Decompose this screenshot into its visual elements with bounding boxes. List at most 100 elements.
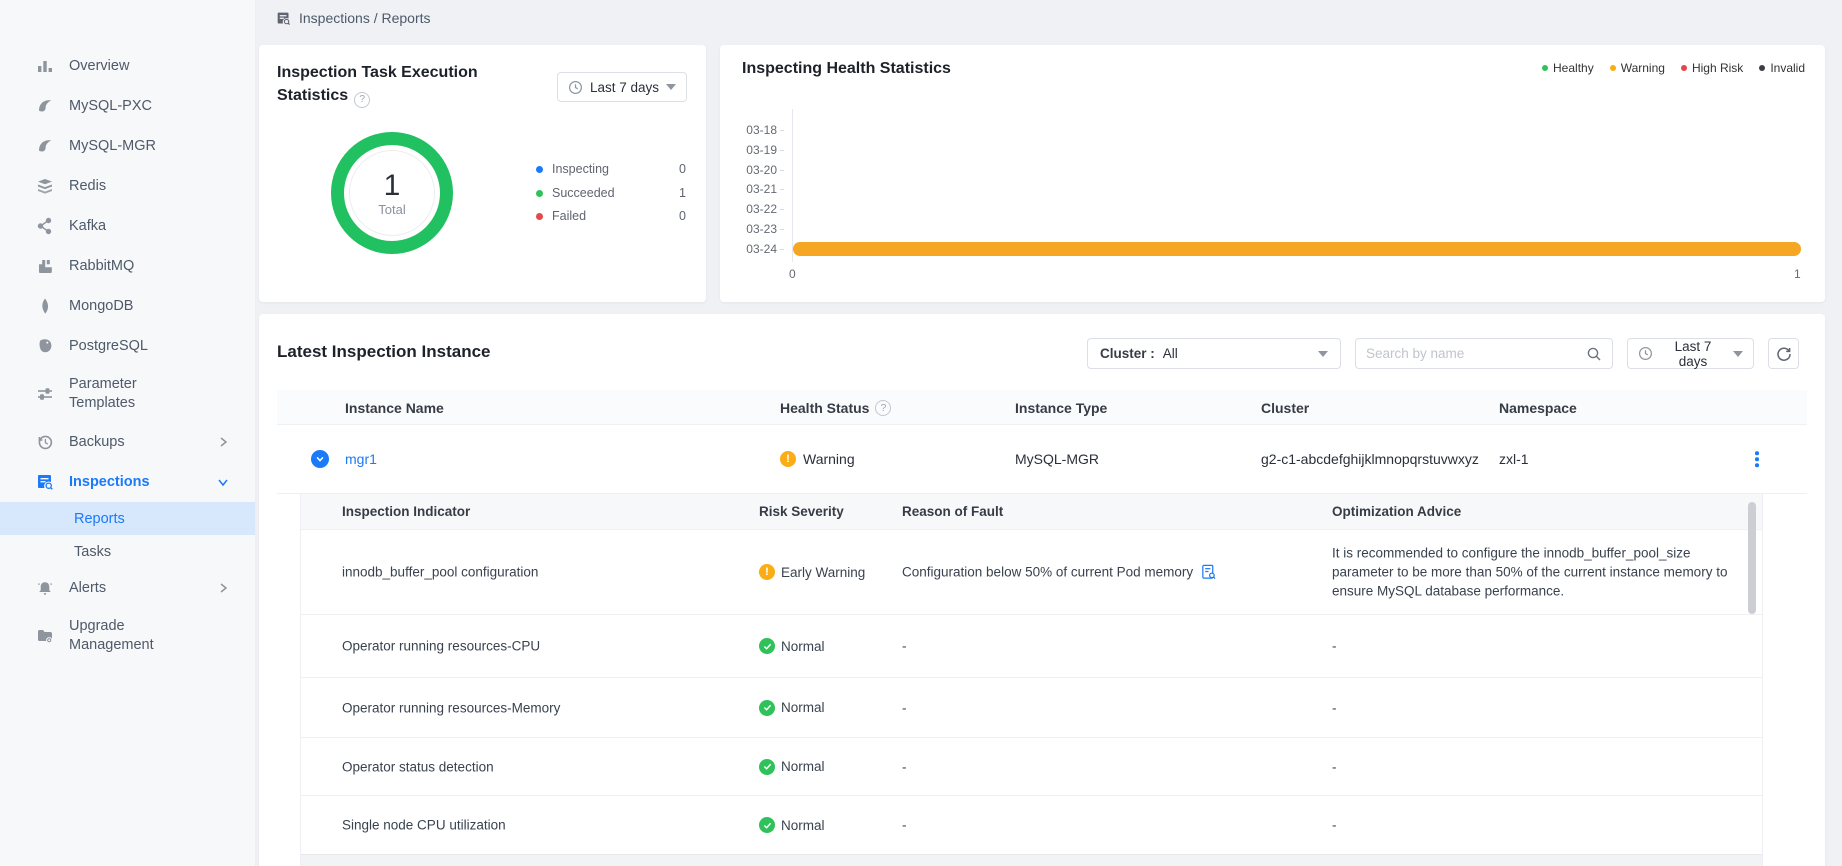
instance-row-mgr1: mgr1 ! Warning MySQL-MGR g2-c1-abcdefghi… [277, 425, 1807, 494]
cluster-cell: g2-c1-abcdefghijklmnopqrstuvwxyz [1261, 451, 1479, 467]
parameter-templates-icon [36, 385, 54, 403]
reason-cell: - [902, 700, 907, 715]
sidebar-item-reports[interactable]: Reports [0, 502, 255, 535]
legend-label: Invalid [1770, 61, 1805, 75]
task-statistics-card: Inspection Task Execution Statistics? La… [259, 45, 706, 302]
success-badge-icon [759, 638, 775, 654]
indicator-cell: Operator running resources-Memory [342, 700, 560, 715]
reason-cell: Configuration below 50% of current Pod m… [902, 564, 1217, 581]
sidebar-item-kafka[interactable]: Kafka [0, 206, 255, 246]
col-optimization-advice: Optimization Advice [1332, 494, 1461, 529]
sidebar-item-redis[interactable]: Redis [0, 166, 255, 206]
help-icon[interactable]: ? [875, 400, 891, 416]
severity-text: Normal [781, 759, 825, 774]
sidebar-item-backups[interactable]: Backups [0, 422, 255, 462]
y-axis-tick: 03-24 [732, 242, 784, 256]
sidebar-item-label: Alerts [69, 579, 106, 598]
warning-bar-03-24[interactable] [793, 242, 1801, 256]
search-icon[interactable] [1586, 346, 1602, 362]
y-axis-tick: 03-20 [732, 163, 784, 177]
refresh-icon [1776, 346, 1792, 362]
reason-cell: - [902, 818, 907, 833]
sidebar-item-label: MySQL-PXC [69, 97, 152, 116]
reason-cell: - [902, 759, 907, 774]
col-health-status: Health Status ? [780, 390, 891, 425]
sidebar-item-tasks[interactable]: Tasks [0, 535, 255, 568]
upgrade-folder-gear-icon [36, 627, 54, 645]
donut-total-value: 1 [384, 170, 401, 202]
breadcrumb-report-icon [276, 11, 291, 26]
sidebar-item-mysql-mgr[interactable]: MySQL-MGR [0, 126, 255, 166]
backups-history-icon [36, 433, 54, 451]
sidebar-item-upgrade-management[interactable]: Upgrade Management [0, 608, 255, 664]
health-card-title: Inspecting Health Statistics [742, 60, 951, 78]
task-period-select[interactable]: Last 7 days [557, 72, 687, 102]
instance-type-cell: MySQL-MGR [1015, 451, 1099, 467]
legend-item-high-risk[interactable]: High Risk [1681, 61, 1743, 75]
col-cluster: Cluster [1261, 390, 1309, 425]
sidebar-item-label: Reports [74, 511, 125, 527]
cluster-filter-select[interactable]: Cluster : All [1087, 338, 1341, 369]
legend-label: Failed [552, 209, 586, 223]
task-period-value: Last 7 days [590, 80, 659, 95]
subtable-row: Operator status detection Normal - - [301, 737, 1762, 795]
caret-down-icon [666, 84, 676, 90]
sidebar: Overview MySQL-PXC MySQL-MGR Redis Kafka [0, 0, 256, 866]
sidebar-item-alerts[interactable]: Alerts [0, 568, 255, 608]
sidebar-item-label: Parameter Templates [69, 375, 153, 413]
legend-dot-red [536, 213, 543, 220]
health-statistics-card: Inspecting Health Statistics Healthy War… [720, 45, 1825, 302]
legend-item-healthy[interactable]: Healthy [1542, 61, 1594, 75]
refresh-button[interactable] [1768, 338, 1799, 369]
sidebar-item-postgresql[interactable]: PostgreSQL [0, 326, 255, 366]
sidebar-item-label: Tasks [74, 544, 111, 560]
legend-item-invalid[interactable]: Invalid [1759, 61, 1805, 75]
col-inspection-indicator: Inspection Indicator [342, 494, 470, 529]
overview-icon [36, 57, 54, 75]
subtable-row: Operator running resources-CPU Normal - … [301, 614, 1762, 677]
sidebar-item-label: Inspections [69, 473, 150, 492]
col-instance-name: Instance Name [345, 390, 444, 425]
indicator-cell: Single node CPU utilization [342, 818, 506, 833]
sidebar-item-mysql-pxc[interactable]: MySQL-PXC [0, 86, 255, 126]
severity-cell: Normal [759, 817, 825, 833]
sidebar-item-overview[interactable]: Overview [0, 46, 255, 86]
subtable-bottom-strip [301, 854, 1762, 866]
instances-period-select[interactable]: Last 7 days [1627, 338, 1754, 369]
sidebar-item-label: MongoDB [69, 297, 133, 316]
indicator-cell: Operator status detection [342, 759, 494, 774]
sidebar-item-rabbitmq[interactable]: RabbitMQ [0, 246, 255, 286]
sidebar-item-label: MySQL-MGR [69, 137, 156, 156]
mysql-dolphin-icon [36, 97, 54, 115]
search-input[interactable] [1366, 346, 1586, 361]
help-icon[interactable]: ? [354, 92, 370, 108]
severity-cell: ! Early Warning [759, 564, 865, 580]
mysql-dolphin-icon [36, 137, 54, 155]
sidebar-item-label: Upgrade Management [69, 617, 161, 655]
subtable-row: Single node CPU utilization Normal - - [301, 795, 1762, 854]
legend-value: 0 [679, 209, 686, 223]
instance-name-link[interactable]: mgr1 [345, 451, 377, 467]
instances-period-value: Last 7 days [1660, 339, 1726, 369]
y-axis-tick: 03-22 [732, 202, 784, 216]
row-actions-menu[interactable] [1751, 447, 1763, 471]
namespace-cell: zxl-1 [1499, 451, 1529, 467]
collapse-row-toggle[interactable] [311, 450, 329, 468]
instances-table: Instance Name Health Status ? Instance T… [277, 390, 1807, 494]
subtable-scrollbar[interactable] [1748, 502, 1756, 614]
health-chart-legend: Healthy Warning High Risk Invalid [1542, 61, 1805, 75]
x-axis-tick-1: 1 [1794, 267, 1801, 281]
sidebar-item-mongodb[interactable]: MongoDB [0, 286, 255, 326]
inspection-detail-subtable: Inspection Indicator Risk Severity Reaso… [300, 494, 1763, 866]
breadcrumb-text: Inspections / Reports [299, 10, 431, 26]
chevron-right-icon [217, 436, 229, 448]
app-root: Overview MySQL-PXC MySQL-MGR Redis Kafka [0, 0, 1842, 866]
legend-item-warning[interactable]: Warning [1610, 61, 1665, 75]
sidebar-item-inspections[interactable]: Inspections [0, 462, 255, 502]
view-report-icon[interactable] [1200, 564, 1217, 581]
donut-center: 1 Total [349, 150, 435, 236]
legend-item-succeeded: Succeeded 1 [536, 183, 686, 203]
sidebar-item-parameter-templates[interactable]: Parameter Templates [0, 366, 255, 422]
caret-down-icon [1733, 351, 1743, 357]
legend-label: Warning [1621, 61, 1665, 75]
